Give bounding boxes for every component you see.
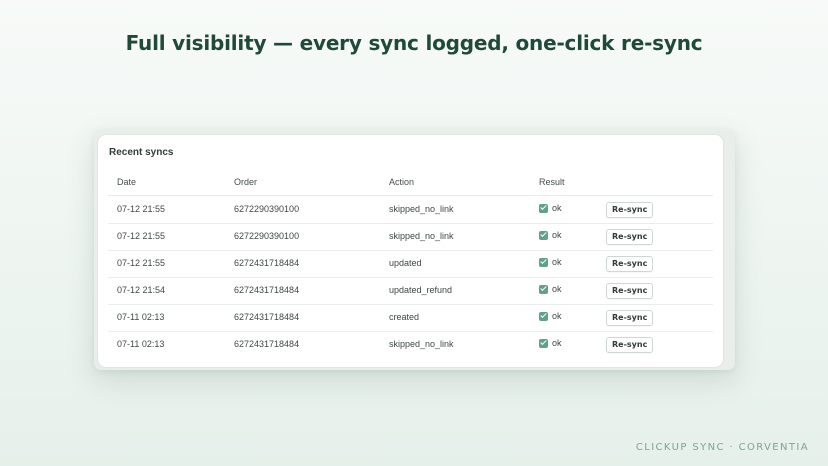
row-action: updated	[389, 258, 422, 268]
row-order: 6272290390100	[234, 231, 300, 241]
column-header-order: Order	[234, 177, 258, 187]
row-date: 07-11 02:13	[117, 312, 165, 322]
row-result: ok	[539, 257, 562, 267]
resync-button[interactable]: Re-sync	[606, 256, 654, 272]
row-result-label: ok	[552, 257, 562, 267]
resync-button[interactable]: Re-sync	[606, 202, 654, 218]
checkbox-checked-icon	[539, 284, 548, 294]
table-row: 07-11 02:13 6272431718484 created ok Re-…	[108, 304, 713, 332]
checkbox-checked-icon	[539, 338, 548, 348]
row-action: updated_refund	[389, 285, 453, 295]
row-date: 07-12 21:55	[117, 204, 166, 214]
row-date: 07-12 21:55	[117, 258, 166, 268]
brand-footer: CLICKUP SYNC · CORVENTIA	[635, 442, 809, 453]
column-header-date: Date	[117, 177, 137, 187]
resync-button[interactable]: Re-sync	[606, 337, 654, 353]
row-result-label: ok	[552, 338, 562, 348]
table-row: 07-12 21:55 6272290390100 skipped_no_lin…	[108, 196, 713, 224]
checkbox-checked-icon	[539, 203, 548, 213]
resync-button[interactable]: Re-sync	[606, 229, 654, 245]
row-result-label: ok	[552, 203, 562, 213]
row-result-label: ok	[552, 230, 562, 240]
row-result-label: ok	[552, 311, 562, 321]
row-date: 07-11 02:13	[117, 339, 165, 349]
table-row: 07-11 02:13 6272431718484 skipped_no_lin…	[108, 331, 713, 358]
row-result: ok	[539, 338, 562, 348]
headline: Full visibility — every sync logged, one…	[125, 31, 703, 55]
row-result: ok	[539, 230, 562, 240]
row-order: 6272431718484	[234, 285, 300, 295]
row-order: 6272431718484	[234, 312, 300, 322]
row-date: 07-12 21:54	[117, 285, 166, 295]
recent-syncs-panel: Recent syncs Date Order Action Result 07…	[98, 135, 723, 367]
row-date: 07-12 21:55	[117, 231, 166, 241]
table-row: 07-12 21:55 6272431718484 updated ok Re-…	[108, 250, 713, 278]
recent-syncs-panel-frame: Recent syncs Date Order Action Result 07…	[94, 129, 735, 370]
checkbox-checked-icon	[539, 311, 548, 321]
checkbox-checked-icon	[539, 230, 548, 240]
panel-title: Recent syncs	[109, 147, 174, 158]
row-result: ok	[539, 311, 562, 321]
row-result: ok	[539, 203, 562, 213]
row-action: skipped_no_link	[389, 204, 454, 214]
table-header: Date Order Action Result	[108, 171, 713, 196]
row-action: created	[389, 312, 420, 322]
resync-button[interactable]: Re-sync	[606, 283, 654, 299]
row-order: 6272431718484	[234, 258, 300, 268]
table-row: 07-12 21:55 6272290390100 skipped_no_lin…	[108, 223, 713, 251]
table-row: 07-12 21:54 6272431718484 updated_refund…	[108, 277, 713, 305]
row-action: skipped_no_link	[389, 339, 454, 349]
resync-button[interactable]: Re-sync	[606, 310, 654, 326]
column-header-result: Result	[539, 177, 565, 187]
row-result-label: ok	[552, 284, 562, 294]
column-header-action: Action	[389, 177, 415, 187]
checkbox-checked-icon	[539, 257, 548, 267]
row-result: ok	[539, 284, 562, 294]
row-action: skipped_no_link	[389, 231, 454, 241]
row-order: 6272290390100	[234, 204, 300, 214]
row-order: 6272431718484	[234, 339, 300, 349]
